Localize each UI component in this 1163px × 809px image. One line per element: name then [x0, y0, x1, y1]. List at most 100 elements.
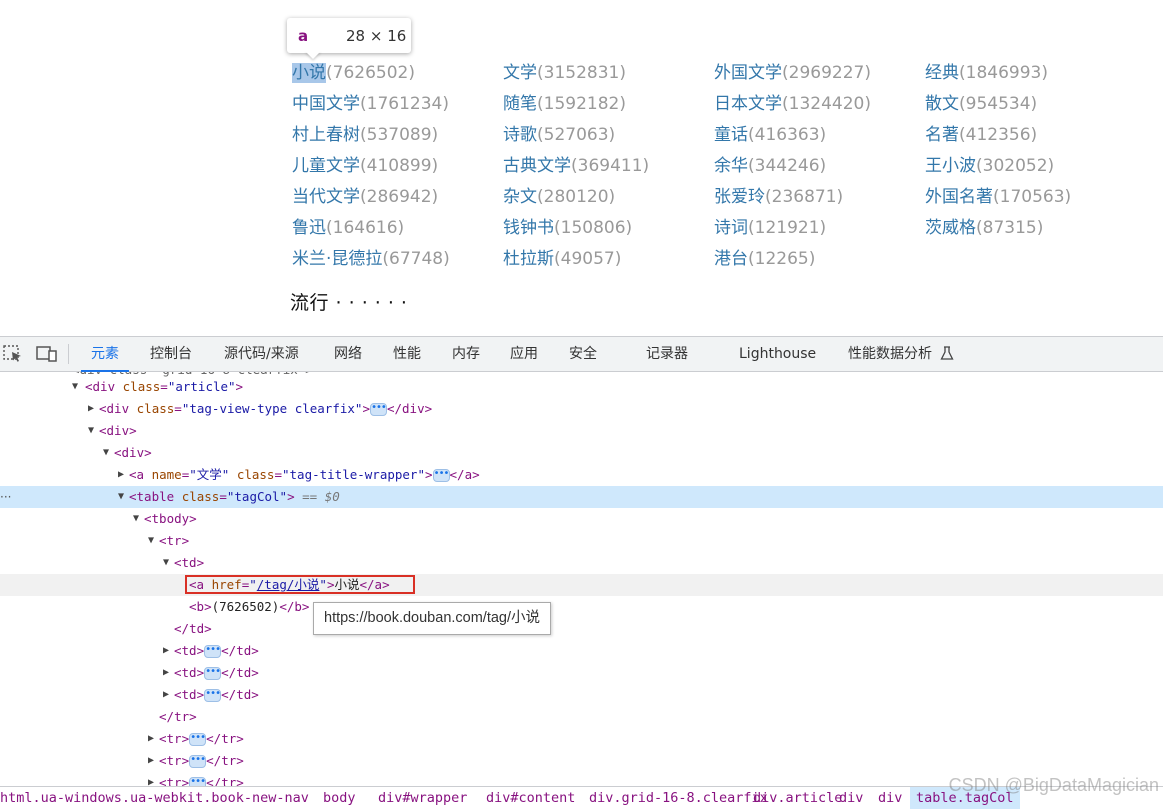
tab-performance-insights-label: 性能数据分析 — [848, 346, 932, 362]
dom-node-tr-collapsed[interactable]: ▶ <tr>•••</tr> — [0, 750, 1163, 772]
dom-breadcrumb: html.ua-windows.ua-webkit.book-new-nav b… — [0, 786, 1163, 809]
collapse-triangle-icon[interactable]: ▶ — [163, 662, 169, 684]
breadcrumb-item-div[interactable]: div — [839, 787, 863, 809]
dom-node-td-collapsed[interactable]: ▶ <td>•••</td> — [0, 684, 1163, 706]
breadcrumb-item-grid[interactable]: div.grid-16-8.clearfix — [589, 787, 768, 809]
tag-count: (410899) — [360, 156, 439, 176]
tab-recorder[interactable]: 记录器 — [646, 337, 688, 371]
tab-sources[interactable]: 源代码/来源 — [224, 337, 299, 371]
expand-triangle-icon[interactable]: ▼ — [88, 420, 94, 442]
dom-node-tag-view-type[interactable]: ▶ <div class="tag-view-type clearfix">••… — [0, 398, 1163, 420]
collapse-triangle-icon[interactable]: ▶ — [148, 750, 154, 772]
tag-link[interactable]: 外国名著 — [925, 187, 993, 207]
tag-link[interactable]: 文学 — [503, 63, 537, 83]
breadcrumb-item-div[interactable]: div — [878, 787, 902, 809]
tab-console[interactable]: 控制台 — [150, 337, 192, 371]
dom-node-td[interactable]: ▼ <td> — [0, 552, 1163, 574]
tag-link[interactable]: 随笔 — [503, 94, 537, 114]
collapse-triangle-icon[interactable]: ▶ — [148, 772, 154, 786]
expand-triangle-icon[interactable]: ▼ — [163, 552, 169, 574]
tag-count: (67748) — [382, 249, 450, 269]
tag-link[interactable]: 杜拉斯 — [503, 249, 554, 269]
tag-link[interactable]: 小说 — [292, 63, 326, 83]
tag-link[interactable]: 外国文学 — [714, 63, 782, 83]
collapse-triangle-icon[interactable]: ▶ — [118, 464, 124, 486]
dom-node-b[interactable]: <b>(7626502)</b> — [0, 596, 1163, 618]
tag-link[interactable]: 中国文学 — [292, 94, 360, 114]
href-link[interactable]: /tag/小说 — [257, 577, 320, 592]
dom-node-td-collapsed[interactable]: ▶ <td>•••</td> — [0, 640, 1163, 662]
tag-count: (954534) — [959, 94, 1038, 114]
tag-count: (12265) — [748, 249, 816, 269]
dom-node-div[interactable]: ▼ <div> — [0, 420, 1163, 442]
tag-link[interactable]: 钱钟书 — [503, 218, 554, 238]
collapse-triangle-icon[interactable]: ▶ — [148, 728, 154, 750]
tag-link[interactable]: 茨威格 — [925, 218, 976, 238]
tag-link[interactable]: 港台 — [714, 249, 748, 269]
tab-application[interactable]: 应用 — [510, 337, 538, 371]
tab-network[interactable]: 网络 — [334, 337, 362, 371]
tag-link[interactable]: 古典文学 — [503, 156, 571, 176]
tag-link[interactable]: 名著 — [925, 125, 959, 145]
dom-node-td-collapsed[interactable]: ▶ <td>•••</td> — [0, 662, 1163, 684]
more-actions-icon[interactable]: ··· — [0, 486, 11, 508]
expand-triangle-icon[interactable]: ▼ — [103, 442, 109, 464]
dom-node-tr-collapsed[interactable]: ▶ <tr>•••</tr> — [0, 728, 1163, 750]
device-toolbar-icon[interactable] — [36, 345, 57, 363]
tag-link[interactable]: 散文 — [925, 94, 959, 114]
tag-link[interactable]: 杂文 — [503, 187, 537, 207]
tag-link[interactable]: 张爱玲 — [714, 187, 765, 207]
ellipsis-badge: ••• — [189, 733, 207, 746]
tag-item: 小说(7626502) — [292, 58, 503, 89]
breadcrumb-item-html[interactable]: html.ua-windows.ua-webkit.book-new-nav — [0, 787, 309, 809]
tag-item: 外国名著(170563) — [925, 182, 1136, 213]
tag-link[interactable]: 日本文学 — [714, 94, 782, 114]
select-element-icon[interactable] — [3, 345, 23, 363]
tag-link[interactable]: 诗歌 — [503, 125, 537, 145]
tag-link[interactable]: 当代文学 — [292, 187, 360, 207]
dom-node-table-tagcol[interactable]: ··· ▼ <table class="tagCol"> == $0 — [0, 486, 1163, 508]
tag-link[interactable]: 余华 — [714, 156, 748, 176]
ellipsis-badge: ••• — [432, 469, 450, 482]
dom-node-div[interactable]: ▼ <div> — [0, 442, 1163, 464]
experiment-flask-icon — [940, 346, 955, 360]
dom-node-a-href[interactable]: <a href="/tag/小说">小说</a> — [0, 574, 1163, 596]
tab-performance-insights[interactable]: 性能数据分析 — [848, 337, 955, 371]
tag-link[interactable]: 儿童文学 — [292, 156, 360, 176]
tab-performance[interactable]: 性能 — [393, 337, 421, 371]
dom-node-tbody[interactable]: ▼ <tbody> — [0, 508, 1163, 530]
tag-item: 童话(416363) — [714, 120, 925, 151]
tag-link[interactable]: 王小波 — [925, 156, 976, 176]
expand-triangle-icon[interactable]: ▼ — [133, 508, 139, 530]
tag-link[interactable]: 村上春树 — [292, 125, 360, 145]
tag-link[interactable]: 童话 — [714, 125, 748, 145]
dom-node-tr[interactable]: ▼ <tr> — [0, 530, 1163, 552]
tag-link[interactable]: 米兰·昆德拉 — [292, 249, 382, 269]
dom-node-tr-close[interactable]: </tr> — [0, 706, 1163, 728]
tag-link[interactable]: 经典 — [925, 63, 959, 83]
expand-triangle-icon[interactable]: ▼ — [72, 376, 78, 398]
tag-count: (537089) — [360, 125, 439, 145]
collapse-triangle-icon[interactable]: ▶ — [88, 398, 94, 420]
breadcrumb-item-body[interactable]: body — [323, 787, 356, 809]
tab-elements[interactable]: 元素 — [81, 337, 129, 372]
breadcrumb-item-wrapper[interactable]: div#wrapper — [378, 787, 467, 809]
breadcrumb-item-table[interactable]: table.tagCol — [910, 787, 1020, 809]
dom-tree[interactable]: <div class="grid-16-8 clearfix"> ▼ <div … — [0, 372, 1163, 786]
breadcrumb-item-content[interactable]: div#content — [486, 787, 575, 809]
collapse-triangle-icon[interactable]: ▶ — [163, 684, 169, 706]
expand-triangle-icon[interactable]: ▼ — [118, 486, 124, 508]
tab-security[interactable]: 安全 — [569, 337, 597, 371]
expand-triangle-icon[interactable]: ▼ — [148, 530, 154, 552]
tag-count: (3152831) — [537, 63, 626, 83]
tag-link[interactable]: 诗词 — [714, 218, 748, 238]
tab-lighthouse[interactable]: Lighthouse — [739, 337, 816, 371]
breadcrumb-item-article[interactable]: div.article — [753, 787, 842, 809]
dom-node-article[interactable]: ▼ <div class="article"> — [0, 376, 1163, 398]
dom-node-td-close[interactable]: </td> — [0, 618, 1163, 640]
dom-node-a-title-wrapper[interactable]: ▶ <a name="文学" class="tag-title-wrapper"… — [0, 464, 1163, 486]
collapse-triangle-icon[interactable]: ▶ — [163, 640, 169, 662]
tag-link[interactable]: 鲁迅 — [292, 218, 326, 238]
dom-node-tr-collapsed[interactable]: ▶ <tr>•••</tr> — [0, 772, 1163, 786]
tab-memory[interactable]: 内存 — [452, 337, 480, 371]
